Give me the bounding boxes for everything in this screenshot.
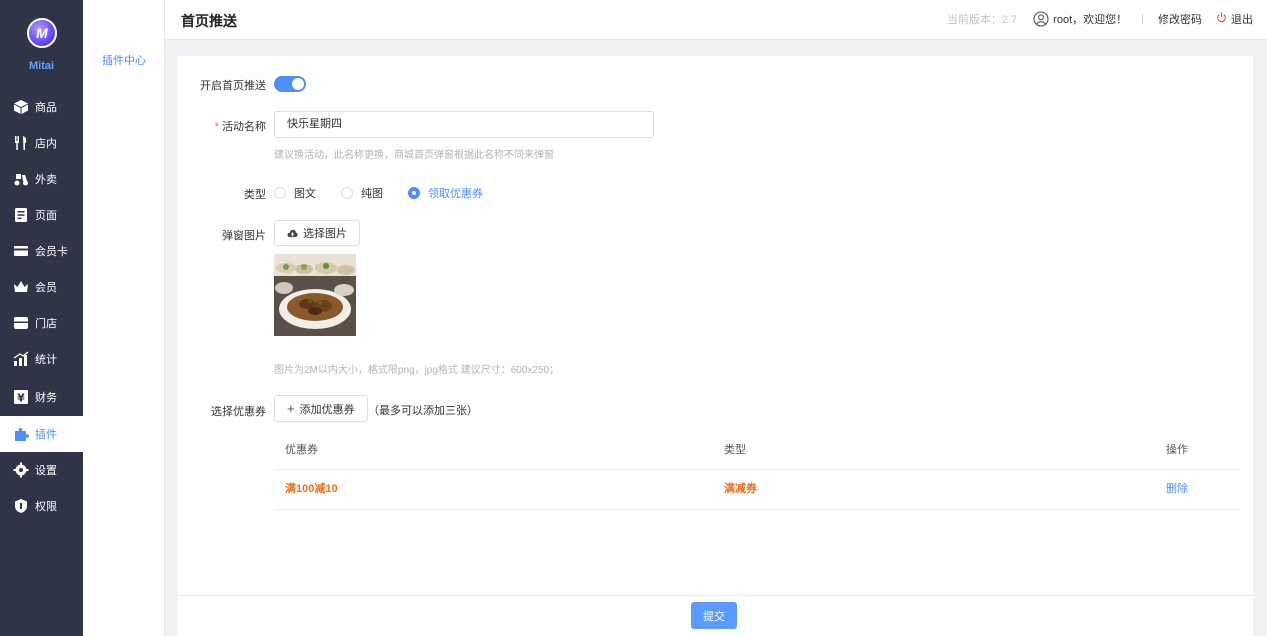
image-label: 弹窗图片 — [222, 230, 266, 242]
activity-name-input[interactable]: 快乐星期四 — [274, 111, 654, 138]
fork-knife-icon — [13, 135, 29, 151]
sidebar-item-label: 统计 — [35, 354, 57, 366]
top-header: 首页推送 当前版本：2.7 root，欢迎您！ | 修改密码 退出 — [165, 0, 1267, 40]
name-label-text: 活动名称 — [222, 121, 266, 133]
sidebar-item-label: 插件 — [35, 429, 57, 441]
sidebar-item-label: 会员卡 — [35, 246, 68, 258]
brand-logo[interactable]: M — [27, 18, 57, 48]
version-text: 当前版本：2.7 — [946, 14, 1018, 26]
svg-text:¥: ¥ — [17, 392, 25, 405]
coupon-type: 满减券 — [724, 483, 757, 495]
radio-circle — [341, 187, 353, 199]
puzzle-icon — [13, 426, 29, 442]
add-coupon-button[interactable]: + 添加优惠券 — [274, 395, 368, 422]
logout-button[interactable]: 退出 — [1216, 11, 1253, 27]
page-title: 首页推送 — [181, 13, 237, 29]
sidebar-item-finance[interactable]: ¥ 财务 — [0, 379, 83, 415]
radio-label: 纯图 — [361, 188, 383, 200]
header-right: 当前版本：2.7 root，欢迎您！ | 修改密码 退出 — [947, 11, 1253, 27]
logo-letter: M — [36, 25, 48, 41]
sidebar-item-member-card[interactable]: 会员卡 — [0, 233, 83, 269]
submit-button[interactable]: 提交 — [691, 602, 737, 629]
store-icon — [13, 315, 29, 331]
sidebar-item-delivery[interactable]: 外卖 — [0, 161, 83, 197]
coupon-label: 选择优惠券 — [211, 406, 266, 418]
add-coupon-note: （最多可以添加三张） — [368, 405, 478, 417]
column-header-action: 操作 — [1166, 444, 1188, 456]
radio-coupon[interactable]: 领取优惠券 — [408, 185, 483, 201]
sidebar-item-dine-in[interactable]: 店内 — [0, 125, 83, 161]
radio-image-only[interactable]: 纯图 — [341, 185, 383, 201]
add-coupon-label: 添加优惠券 — [299, 403, 355, 416]
coupon-table: 优惠券 类型 操作 满100减10 满减券 删除 — [274, 431, 1240, 510]
box-icon — [13, 99, 29, 115]
choose-image-button[interactable]: 选择图片 — [274, 220, 360, 246]
scooter-icon — [13, 171, 29, 187]
brand-name: Mitai — [28, 60, 55, 72]
coupon-name: 满100减10 — [285, 483, 338, 495]
shield-icon — [13, 498, 29, 514]
finance-icon: ¥ — [13, 389, 29, 405]
sidebar-item-goods[interactable]: 商品 — [0, 89, 83, 125]
user-icon — [1033, 11, 1049, 27]
choose-image-label: 选择图片 — [303, 228, 347, 240]
sidebar-item-label: 页面 — [35, 210, 57, 222]
type-label: 类型 — [244, 189, 266, 201]
footer-divider — [178, 595, 1253, 596]
column-header-coupon: 优惠券 — [285, 444, 318, 456]
sidebar-item-members[interactable]: 会员 — [0, 269, 83, 305]
sidebar-item-label: 店内 — [35, 138, 57, 150]
subnav-item-plugin-center[interactable]: 插件中心 — [83, 52, 165, 68]
sidebar-item-stores[interactable]: 门店 — [0, 305, 83, 341]
sidebar-item-plugins[interactable]: 插件 — [0, 416, 83, 452]
radio-circle — [274, 187, 286, 199]
enable-push-toggle[interactable] — [274, 76, 306, 92]
header-divider: | — [1141, 13, 1144, 25]
popup-image-preview — [274, 254, 356, 336]
sub-sidebar: 插件中心 — [83, 0, 165, 636]
sidebar-item-label: 会员 — [35, 282, 57, 294]
required-mark: * — [214, 121, 219, 133]
radio-label: 领取优惠券 — [428, 188, 483, 200]
sidebar-item-label: 财务 — [35, 392, 57, 404]
card-icon — [13, 243, 29, 259]
welcome-text: root，欢迎您！ — [1053, 14, 1128, 26]
main-sidebar: M Mitai 商品 店内 外卖 页面 会员卡 会员 门店 统计 ¥ 财务 插件 — [0, 0, 83, 636]
change-password-link[interactable]: 修改密码 — [1158, 11, 1202, 27]
sidebar-item-statistics[interactable]: 统计 — [0, 341, 83, 377]
power-icon — [1216, 12, 1227, 26]
name-label: * 活动名称 — [178, 118, 266, 134]
radio-image-text[interactable]: 图文 — [274, 185, 316, 201]
image-hint: 图片为2M以内大小，格式限png，jpg格式 建议尺寸：600x250； — [274, 365, 560, 376]
sidebar-item-settings[interactable]: 设置 — [0, 452, 83, 488]
enable-label: 开启首页推送 — [200, 80, 266, 92]
gear-icon — [13, 462, 29, 478]
name-hint: 建议换活动，此名称更换，商城首页弹窗根据此名称不同来弹窗 — [274, 150, 554, 161]
table-header: 优惠券 类型 操作 — [274, 431, 1240, 470]
toggle-knob — [292, 78, 304, 90]
sidebar-item-permissions[interactable]: 权限 — [0, 488, 83, 524]
delete-coupon-link[interactable]: 删除 — [1166, 470, 1188, 509]
table-row: 满100减10 满减券 删除 — [274, 470, 1240, 510]
radio-circle — [408, 187, 420, 199]
form-panel: 开启首页推送 * 活动名称 快乐星期四 建议换活动，此名称更换，商城首页弹窗根据此… — [178, 56, 1253, 636]
sidebar-item-label: 外卖 — [35, 174, 57, 186]
logout-label: 退出 — [1231, 14, 1253, 26]
radio-label: 图文 — [294, 188, 316, 200]
plus-icon: + — [287, 401, 295, 416]
sidebar-item-pages[interactable]: 页面 — [0, 197, 83, 233]
sidebar-item-label: 权限 — [35, 501, 57, 513]
sidebar-item-label: 门店 — [35, 318, 57, 330]
page-icon — [13, 207, 29, 223]
column-header-type: 类型 — [724, 444, 746, 456]
sidebar-item-label: 设置 — [35, 465, 57, 477]
crown-icon — [13, 279, 29, 295]
cloud-upload-icon — [287, 229, 298, 238]
chart-icon — [13, 351, 29, 367]
sidebar-item-label: 商品 — [35, 102, 57, 114]
